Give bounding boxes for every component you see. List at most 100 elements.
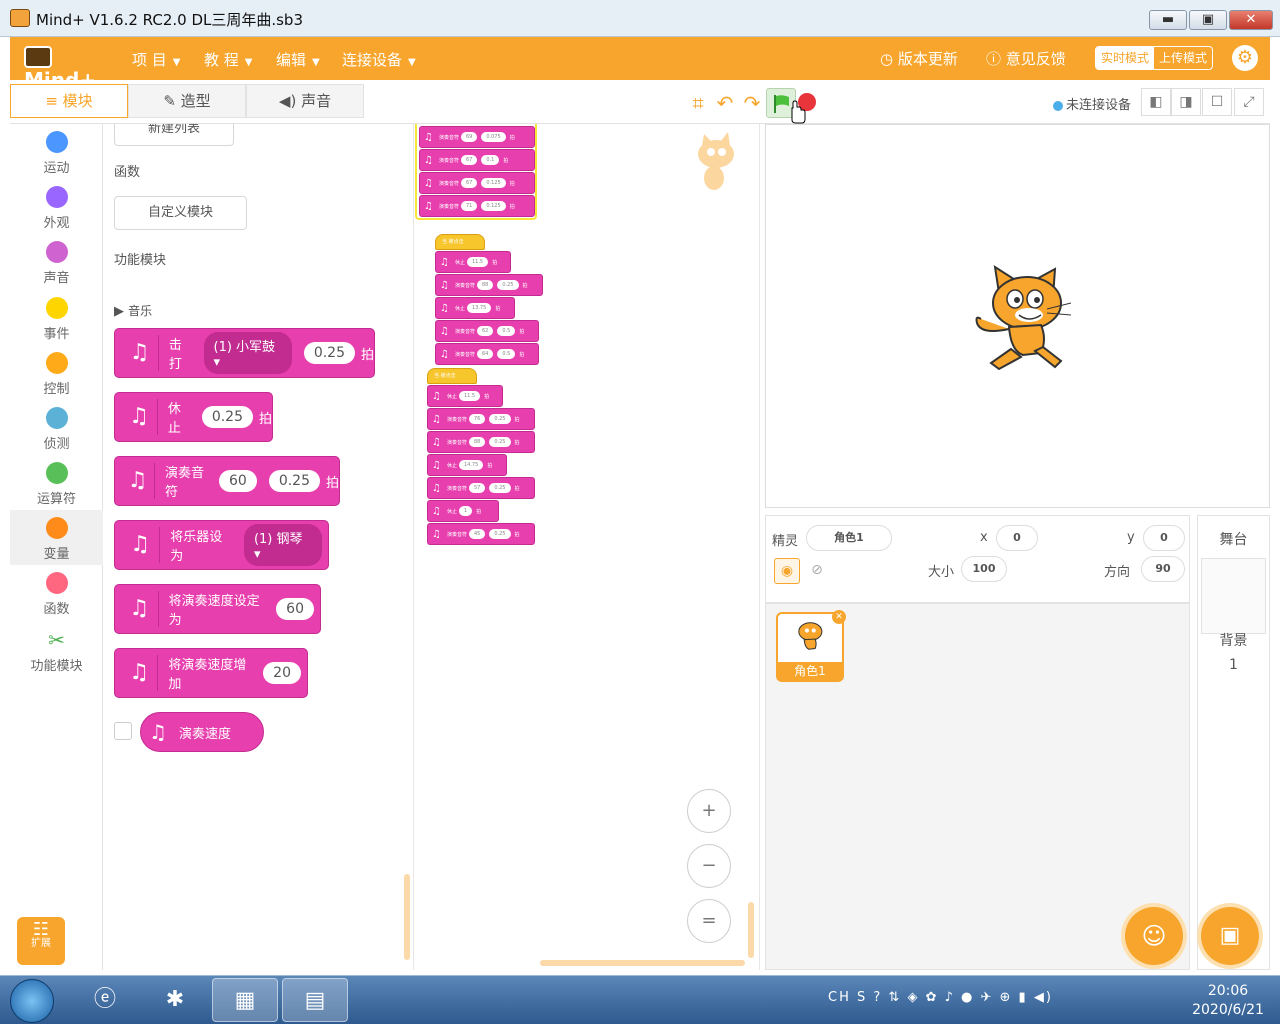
version-update-button[interactable]: ◷ 版本更新 [880,48,958,69]
script-area[interactable]: ♫ 演奏音符 69 0.075 拍 ♫ 演奏音符 67 0.1 拍 ♫ 演奏音符 67 0.125 拍 ♫ 演奏… [415,124,760,970]
ie-icon[interactable]: ⓔ [72,978,138,1022]
block-set-tempo[interactable]: ♫ 将演奏速度设定为 60 [114,584,321,634]
zoom-in-button[interactable]: + [687,789,731,833]
category-sound[interactable]: 声音 [10,234,103,289]
block-value[interactable]: 0.25 [489,529,511,539]
tab-blocks[interactable]: ≡ 模块 [10,84,128,118]
spider-icon[interactable]: ✱ [142,978,208,1022]
category-control[interactable]: 控制 [10,345,103,400]
block-value[interactable]: 88 [476,280,494,290]
block-play-note[interactable]: ♫ 演奏音符 60 0.25 拍 [114,456,340,506]
gear-icon[interactable]: ⚙ [1232,45,1258,71]
x-input[interactable]: 0 [996,525,1038,551]
block-value[interactable]: 57 [468,483,486,493]
tempo-monitor-checkbox[interactable] [114,722,132,740]
note-input[interactable]: 60 [218,470,257,492]
mindplus-logo[interactable]: Mind+ [24,43,114,92]
category-motion[interactable]: 运动 [10,124,103,179]
y-input[interactable]: 0 [1143,525,1185,551]
script-block[interactable]: ♫ 演奏音符 69 0.075 拍 [419,126,535,148]
category-operators[interactable]: 运算符 [10,455,103,510]
upload-mode-tab[interactable]: 上传模式 [1154,47,1212,69]
category-modules[interactable]: ✂ 功能模块 [10,622,103,677]
block-value[interactable]: 67 [460,155,478,165]
tray-icons[interactable]: S ? ⇅ ◈ ✿ ♪ ● ✈ ⊕ ▮ ◀) [857,990,1053,1005]
feedback-button[interactable]: ⓘ 意见反馈 [986,48,1066,69]
block-play-drum[interactable]: ♫ 击打 (1) 小军鼓 ▾ 0.25 拍 [114,328,375,378]
block-value[interactable]: 0.5 [497,326,516,336]
block-tempo-reporter[interactable]: ♫ 演奏速度 [140,712,264,752]
layout-normal-stage-button[interactable]: ◨ [1171,88,1201,116]
zoom-reset-button[interactable]: = [687,899,731,943]
script-block[interactable]: ♫ 演奏音符 88 0.25 拍 [435,274,543,296]
block-rest[interactable]: ♫ 休止 0.25 拍 [114,392,273,442]
stage[interactable] [765,124,1270,508]
script-block[interactable]: ♫ 演奏音符 62 0.5 拍 [435,320,539,342]
tab-costumes[interactable]: ✎ 造型 [128,84,246,118]
tempo-change-input[interactable]: 20 [263,662,301,684]
block-value[interactable]: 88 [468,437,486,447]
menu-tutorial[interactable]: 教 程 ▼ [204,49,252,70]
block-value[interactable]: 1 [458,506,473,516]
tempo-input[interactable]: 60 [276,598,314,620]
sprite-name-input[interactable]: 角色1 [806,525,892,551]
category-functions[interactable]: 函数 [10,565,103,620]
fullscreen-button[interactable]: ⤢ [1234,88,1264,116]
hide-sprite-icon[interactable]: ⊘ [804,558,830,584]
block-value[interactable]: 13.75 [466,303,492,313]
mode-switch[interactable]: 实时模式 上传模式 [1095,46,1213,70]
block-value[interactable]: 0.125 [481,201,506,211]
block-value[interactable]: 11.5 [458,391,481,401]
sprite-tile[interactable]: ✕ 角色1 [776,610,846,682]
minimize-button[interactable]: ▬ [1149,10,1187,30]
zoom-out-button[interactable]: − [687,844,731,888]
show-sprite-icon[interactable]: ◉ [774,558,800,584]
block-value[interactable]: 14.75 [458,460,484,470]
add-backdrop-button[interactable]: ▣ [1201,907,1259,965]
script-block[interactable]: ♫ 演奏音符 88 0.25 拍 [427,431,535,453]
block-value[interactable]: 0.075 [481,132,506,142]
block-value[interactable]: 0.25 [489,414,511,424]
tab-sounds[interactable]: ◀) 声音 [246,84,364,118]
menu-project[interactable]: 项 目 ▼ [132,49,180,70]
script-block[interactable]: ♫ 演奏音符 67 0.125 拍 [419,172,535,194]
block-value[interactable]: 0.25 [497,280,519,290]
script-block[interactable]: ♫ 演奏音符 64 0.5 拍 [435,343,539,365]
block-value[interactable]: 0.25 [489,483,511,493]
block-change-tempo[interactable]: ♫ 将演奏速度增加 20 [114,648,308,698]
menu-edit[interactable]: 编辑 ▼ [276,49,320,70]
add-sprite-button[interactable]: ☺ [1125,907,1183,965]
menu-connect-device[interactable]: 连接设备 ▼ [342,49,416,70]
category-events[interactable]: 事件 [10,290,103,345]
block-value[interactable]: 11.5 [466,257,489,267]
direction-input[interactable]: 90 [1141,556,1185,582]
script-block[interactable]: ♫ 休止 1 拍 [427,500,499,522]
script-block[interactable]: ♫ 演奏音符 76 0.25 拍 [427,408,535,430]
block-value[interactable]: 0.5 [497,349,516,359]
block-value[interactable]: 71 [460,201,478,211]
start-button[interactable] [10,979,54,1023]
script-block[interactable]: ♫ 休止 14.75 拍 [427,454,507,476]
instrument-dropdown[interactable]: (1) 钢琴 ▾ [243,524,322,566]
crop-icon[interactable]: ⌗ [685,90,711,116]
script-block[interactable]: ♫ 休止 11.5 拍 [427,385,503,407]
block-value[interactable]: 64 [476,349,494,359]
custom-block-button[interactable]: 自定义模块 [114,196,247,230]
script-block[interactable]: ♫ 演奏音符 71 0.125 拍 [419,195,535,217]
script-block[interactable]: ♫ 演奏音符 45 0.25 拍 [427,523,535,545]
drum-dropdown[interactable]: (1) 小军鼓 ▾ [203,332,292,374]
block-value[interactable]: 0.1 [481,155,500,165]
maximize-button[interactable]: ▣ [1189,10,1227,30]
section-music[interactable]: ▶ 音乐 [114,302,152,319]
category-looks[interactable]: 外观 [10,179,103,234]
block-value[interactable]: 67 [460,178,478,188]
event-hat-block[interactable]: 当 被点击 [435,234,485,250]
new-list-button[interactable]: 新建列表 [114,124,234,146]
script-horizontal-scrollbar[interactable] [540,960,745,966]
block-value[interactable]: 76 [468,414,486,424]
undo-icon[interactable]: ↶ [712,90,738,116]
beats-input[interactable]: 0.25 [268,470,320,492]
close-button[interactable]: ✕ [1229,10,1273,30]
layout-small-stage-button[interactable]: ◧ [1141,88,1171,116]
script-vertical-scrollbar[interactable] [748,902,754,958]
